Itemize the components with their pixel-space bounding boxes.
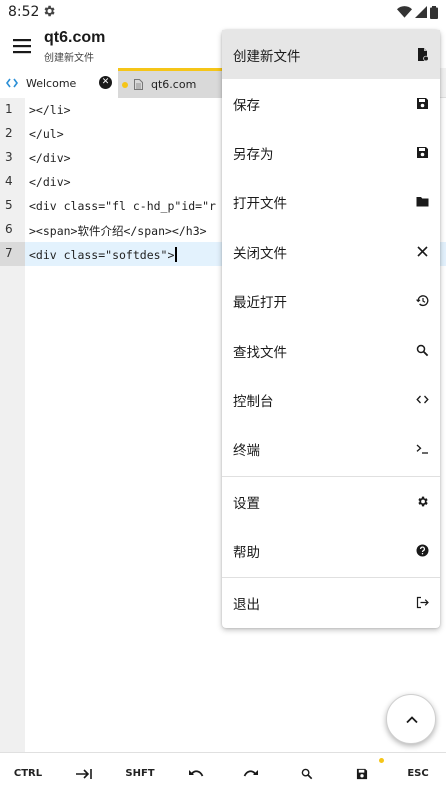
menu-item-label: 帮助 [233,544,260,561]
menu-item-label: 查找文件 [233,344,287,361]
wifi-icon [397,6,412,18]
code-text: </div> [29,175,71,189]
code-text: <div class="fl c-hd_p"id="r [29,199,216,213]
menu-item-help[interactable]: 帮助 [222,526,440,575]
text-cursor [175,247,178,262]
file-icon [134,79,143,90]
menu-item-label: 终端 [233,442,260,459]
menu-item-settings[interactable]: 设置 [222,477,440,526]
line-number: 2 [5,126,13,140]
tab-icon [76,768,92,779]
search-button[interactable] [283,753,331,793]
menu-item-close-file[interactable]: 关闭文件 [222,227,440,276]
save-icon [417,98,428,109]
unsaved-indicator-dot [379,758,384,763]
search-icon [301,768,313,779]
status-bar: 8:52 [0,0,446,24]
page-title: qt6.com [44,29,106,46]
code-icon [416,395,429,404]
menu-item-label: 创建新文件 [233,48,301,65]
code-text: </ul> [29,127,64,141]
menu-item-exit[interactable]: 退出 [222,578,440,627]
line-number: 3 [5,150,13,164]
exit-icon [416,596,429,609]
tab-welcome[interactable]: Welcome ✕ [0,68,118,98]
help-icon [416,544,429,557]
code-text: ></li> [29,103,71,117]
undo-icon [189,769,204,776]
search-icon [416,344,429,357]
shift-key-button[interactable]: SHFT [116,753,164,793]
battery-icon [430,5,438,19]
menu-item-label: 控制台 [233,393,274,410]
menu-item-open-file[interactable]: 打开文件 [222,177,440,226]
menu-item-label: 关闭文件 [233,245,287,262]
line-number: 1 [5,102,13,116]
save-as-icon [417,147,428,158]
menu-item-label: 设置 [233,495,260,512]
tab-qt6[interactable]: qt6.com [118,68,228,98]
ctrl-key-button[interactable]: CTRL [4,753,52,793]
code-text: ><span>软件介绍</span></h3> [29,224,207,238]
menu-item-label: 最近打开 [233,294,287,311]
status-time: 8:52 [8,4,40,20]
menu-item-console[interactable]: 控制台 [222,375,440,424]
tab-label: Welcome [26,76,77,90]
overflow-menu: 创建新文件 保存 另存为 打开文件 关闭文件 最近打开 查找文件 控制台 终端 … [222,30,440,628]
menu-item-new-file[interactable]: 创建新文件 [222,30,440,79]
esc-key-button[interactable]: ESC [394,753,442,793]
menu-item-find-file[interactable]: 查找文件 [222,326,440,375]
code-logo-icon [6,78,18,88]
history-icon [416,295,429,307]
hamburger-menu-icon[interactable] [10,34,34,58]
line-number: 6 [5,222,13,236]
new-file-icon [418,48,429,61]
line-number: 4 [5,174,13,188]
undo-button[interactable] [172,753,220,793]
menu-item-terminal[interactable]: 终端 [222,424,440,473]
scroll-up-button[interactable] [386,694,436,744]
close-tab-icon[interactable]: ✕ [99,76,112,89]
chevron-up-icon [406,716,418,724]
menu-item-save-as[interactable]: 另存为 [222,128,440,177]
page-subtitle: 创建新文件 [44,53,94,64]
tab-key-button[interactable] [60,753,108,793]
gear-icon [44,5,55,17]
gear-icon [418,496,428,507]
menu-item-label: 保存 [233,97,260,114]
unsaved-dot [122,81,128,88]
save-icon [356,768,368,779]
line-number: 7 [5,246,13,260]
terminal-icon [416,444,428,454]
code-text: </div> [29,151,71,165]
redo-icon [243,769,258,776]
menu-item-save[interactable]: 保存 [222,79,440,128]
menu-item-label: 退出 [233,596,260,613]
tab-label: qt6.com [151,78,197,91]
close-icon [417,246,428,257]
signal-icon [415,6,427,18]
menu-item-recent[interactable]: 最近打开 [222,276,440,325]
folder-icon [416,197,429,207]
redo-button[interactable] [227,753,275,793]
menu-item-label: 打开文件 [233,195,287,212]
code-text: <div class="softdes"> [29,248,175,262]
menu-item-label: 另存为 [233,146,274,163]
line-number: 5 [5,198,13,212]
